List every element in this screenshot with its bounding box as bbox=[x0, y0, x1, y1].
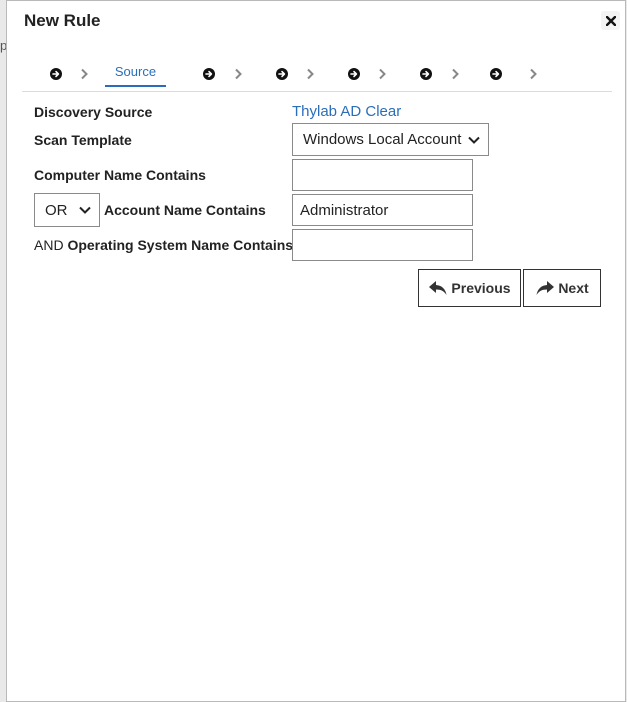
os-name-input[interactable] bbox=[292, 229, 473, 261]
step-6-arrow-circle-icon[interactable] bbox=[420, 68, 432, 80]
account-name-input[interactable] bbox=[292, 194, 473, 226]
discovery-source-label: Discovery Source bbox=[34, 104, 153, 120]
discovery-source-link[interactable]: Thylab AD Clear bbox=[292, 103, 401, 120]
next-button[interactable]: Next bbox=[523, 269, 601, 307]
os-prefix: AND bbox=[34, 237, 64, 253]
computer-name-input[interactable] bbox=[292, 159, 473, 191]
dialog-title: New Rule bbox=[24, 11, 101, 30]
forward-arrow-icon bbox=[536, 281, 555, 295]
previous-label: Previous bbox=[451, 280, 511, 296]
scan-template-value: Windows Local Account bbox=[303, 131, 462, 148]
step-1-arrow-circle-icon[interactable] bbox=[50, 68, 62, 80]
chevron-right-icon bbox=[530, 68, 537, 80]
logic-operator-value: OR bbox=[45, 201, 68, 219]
new-rule-dialog: New Rule Source Discovery Source Thylab … bbox=[6, 0, 626, 702]
logic-operator-select[interactable]: OR bbox=[34, 193, 100, 227]
step-4-arrow-circle-icon[interactable] bbox=[276, 68, 288, 80]
tab-source[interactable]: Source bbox=[105, 64, 166, 87]
close-button[interactable] bbox=[601, 11, 620, 30]
chevron-down-icon bbox=[79, 206, 91, 214]
scan-template-select[interactable]: Windows Local Account bbox=[292, 123, 489, 156]
step-7-arrow-circle-icon[interactable] bbox=[490, 68, 502, 80]
chevron-right-icon bbox=[235, 68, 242, 80]
account-name-label: Account Name Contains bbox=[104, 202, 266, 218]
os-label-text: Operating System Name Contains bbox=[67, 237, 294, 253]
chevron-down-icon bbox=[468, 136, 480, 144]
step-3-arrow-circle-icon[interactable] bbox=[203, 68, 215, 80]
chevron-right-icon bbox=[307, 68, 314, 80]
previous-button[interactable]: Previous bbox=[418, 269, 521, 307]
chevron-right-icon bbox=[379, 68, 386, 80]
computer-name-label: Computer Name Contains bbox=[34, 167, 206, 183]
scan-template-label: Scan Template bbox=[34, 132, 132, 148]
chevron-right-icon bbox=[452, 68, 459, 80]
os-name-label: AND Operating System Name Contains bbox=[34, 237, 293, 253]
close-icon bbox=[605, 15, 616, 26]
next-label: Next bbox=[558, 280, 589, 296]
reply-arrow-icon bbox=[429, 281, 447, 295]
wizard-steps: Source bbox=[22, 53, 612, 92]
chevron-right-icon bbox=[81, 68, 88, 80]
step-5-arrow-circle-icon[interactable] bbox=[348, 68, 360, 80]
